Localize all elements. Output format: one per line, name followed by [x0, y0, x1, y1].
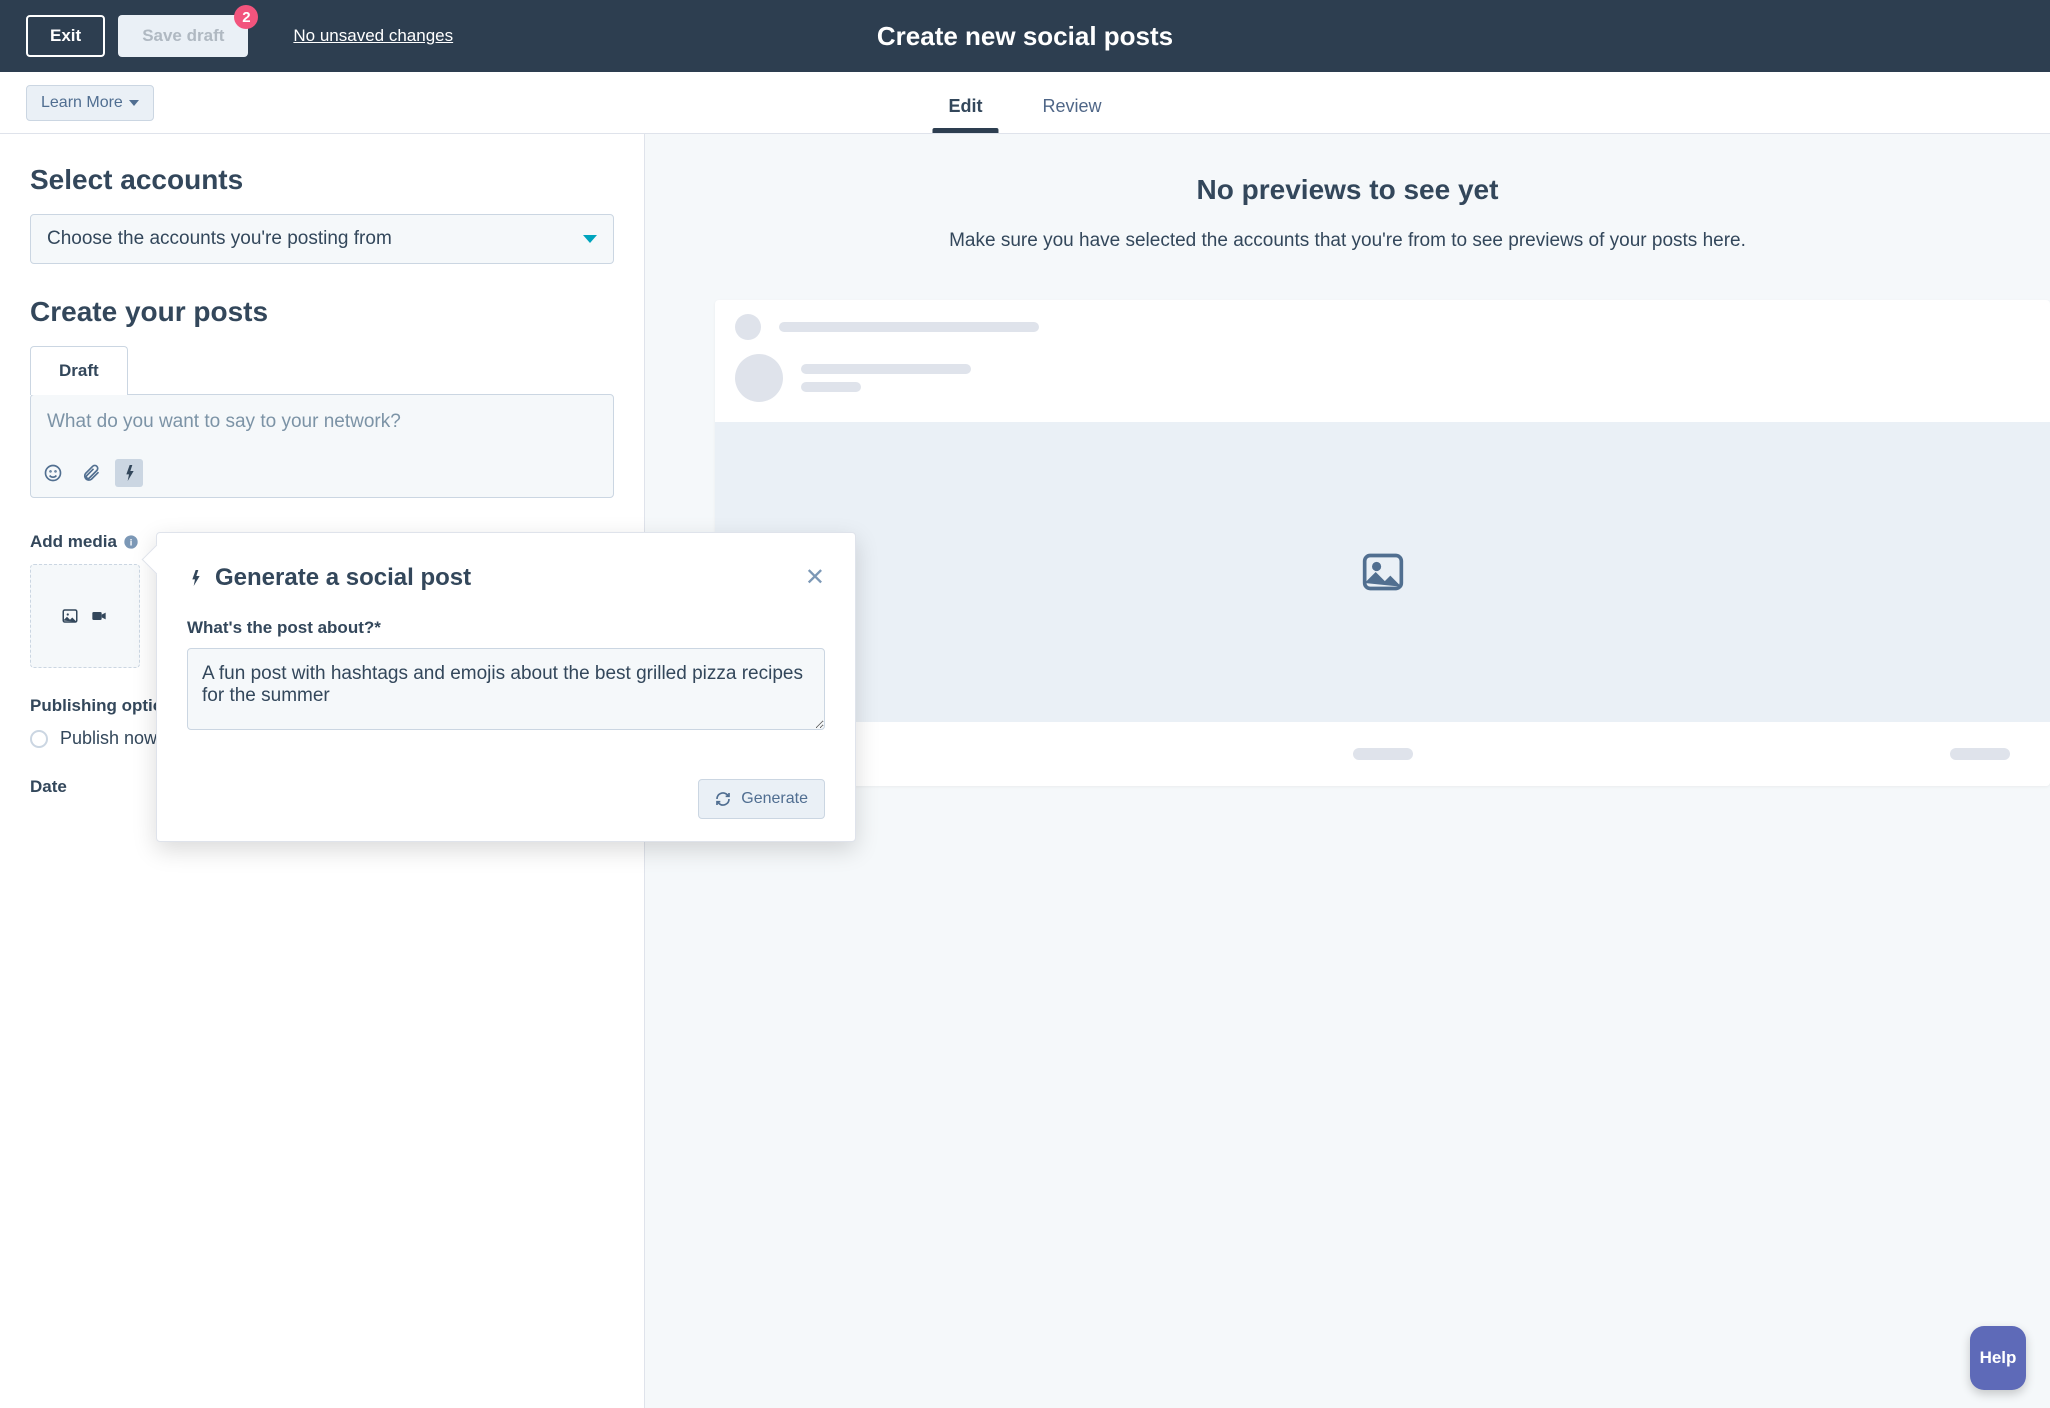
- refresh-icon: [715, 791, 731, 807]
- post-about-textarea[interactable]: [187, 648, 825, 730]
- preview-title: No previews to see yet: [645, 174, 2050, 206]
- save-draft-button: Save draft 2: [118, 15, 248, 57]
- radio-icon: [30, 730, 48, 748]
- save-draft-badge: 2: [234, 5, 258, 29]
- tab-review[interactable]: Review: [1042, 96, 1101, 133]
- ai-generate-icon[interactable]: [115, 459, 143, 487]
- post-textarea[interactable]: What do you want to say to your network?: [31, 395, 613, 451]
- skeleton-line: [801, 364, 971, 374]
- add-media-button[interactable]: [30, 564, 140, 668]
- preview-subtitle: Make sure you have selected the accounts…: [645, 226, 2050, 256]
- info-icon[interactable]: i: [123, 534, 139, 550]
- create-posts-heading: Create your posts: [30, 296, 614, 328]
- learn-more-button[interactable]: Learn More: [26, 85, 154, 121]
- publish-now-label: Publish now: [60, 728, 157, 749]
- preview-skeleton-card: [715, 300, 2050, 786]
- svg-text:i: i: [130, 537, 133, 547]
- image-icon: [61, 607, 79, 625]
- top-bar: Exit Save draft 2 No unsaved changes Cre…: [0, 0, 2050, 72]
- generate-post-popover: Generate a social post ✕ What's the post…: [156, 532, 856, 842]
- help-button[interactable]: Help: [1970, 1326, 2026, 1390]
- save-draft-label: Save draft: [142, 26, 224, 45]
- skeleton-line: [779, 322, 1039, 332]
- skeleton-line: [801, 382, 861, 392]
- image-placeholder-icon: [1358, 550, 1408, 594]
- select-accounts-heading: Select accounts: [30, 164, 614, 196]
- popover-label: What's the post about?*: [187, 618, 825, 638]
- learn-more-label: Learn More: [41, 94, 123, 112]
- generate-button-label: Generate: [741, 790, 808, 808]
- exit-button[interactable]: Exit: [26, 15, 105, 57]
- date-label: Date: [30, 777, 67, 797]
- tabs: Edit Review: [948, 72, 1101, 133]
- lightning-icon: [187, 567, 203, 589]
- video-icon: [89, 608, 109, 624]
- skeleton-pill: [1950, 748, 2010, 760]
- popover-title: Generate a social post: [187, 564, 471, 592]
- editor-toolbar: [31, 451, 613, 497]
- generate-button[interactable]: Generate: [698, 779, 825, 819]
- chevron-down-icon: [583, 235, 597, 243]
- skeleton-image-area: [715, 422, 2050, 722]
- tab-edit[interactable]: Edit: [948, 96, 982, 133]
- unsaved-changes-link[interactable]: No unsaved changes: [293, 26, 453, 46]
- close-icon[interactable]: ✕: [805, 563, 825, 592]
- chevron-down-icon: [129, 100, 139, 106]
- skeleton-pill: [1353, 748, 1413, 760]
- skeleton-avatar-large: [735, 354, 783, 402]
- accounts-select-placeholder: Choose the accounts you're posting from: [47, 228, 392, 250]
- draft-tab[interactable]: Draft: [30, 346, 128, 395]
- page-title: Create new social posts: [877, 21, 1173, 52]
- emoji-icon[interactable]: [39, 459, 67, 487]
- attachment-icon[interactable]: [77, 459, 105, 487]
- skeleton-avatar-small: [735, 314, 761, 340]
- sub-bar: Learn More Edit Review: [0, 72, 2050, 134]
- accounts-select[interactable]: Choose the accounts you're posting from: [30, 214, 614, 264]
- post-editor: What do you want to say to your network?: [30, 394, 614, 498]
